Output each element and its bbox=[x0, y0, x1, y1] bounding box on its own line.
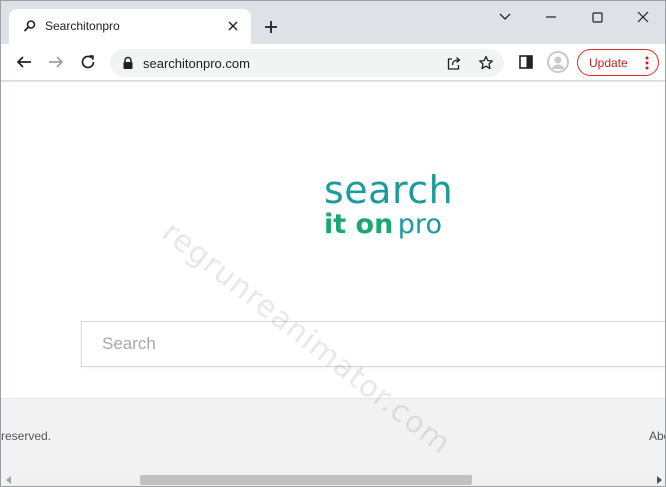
share-icon[interactable] bbox=[444, 53, 464, 73]
address-bar[interactable]: searchitonpro.com bbox=[110, 49, 504, 77]
forward-button[interactable] bbox=[44, 50, 68, 74]
minimize-icon[interactable] bbox=[541, 7, 561, 27]
scroll-right-icon[interactable] bbox=[654, 475, 664, 485]
scrollbar-thumb[interactable] bbox=[140, 475, 472, 485]
site-logo: search it on pro bbox=[324, 168, 454, 240]
search-input[interactable] bbox=[82, 322, 665, 366]
update-button[interactable]: Update bbox=[577, 49, 659, 76]
profile-avatar-icon[interactable] bbox=[547, 51, 569, 73]
browser-window: Searchitonpro searchitonpro.com Update s… bbox=[0, 0, 666, 487]
logo-line2: it on pro bbox=[324, 208, 442, 246]
url-text[interactable]: searchitonpro.com bbox=[143, 56, 250, 71]
tab-searchitonpro[interactable]: Searchitonpro bbox=[9, 9, 251, 44]
update-label: Update bbox=[589, 56, 628, 70]
reload-icon bbox=[81, 54, 95, 69]
logo-line2-bold: it on bbox=[324, 209, 394, 240]
side-panel-button[interactable] bbox=[514, 50, 538, 74]
side-panel-icon bbox=[519, 55, 533, 69]
about-link[interactable]: Abo bbox=[649, 429, 665, 443]
tab-strip: Searchitonpro bbox=[1, 1, 665, 44]
close-tab-icon[interactable] bbox=[225, 18, 241, 34]
search-box[interactable] bbox=[81, 321, 665, 367]
arrow-left-icon bbox=[16, 56, 31, 68]
search-icon bbox=[23, 19, 37, 33]
more-options-icon[interactable] bbox=[645, 56, 649, 70]
browser-toolbar: searchitonpro.com Update bbox=[1, 44, 665, 81]
bookmark-star-icon[interactable] bbox=[476, 53, 496, 73]
tab-search-chevron-icon[interactable] bbox=[495, 7, 515, 27]
close-window-icon[interactable] bbox=[633, 7, 653, 27]
logo-line2-thin: pro bbox=[397, 209, 442, 240]
lock-icon[interactable] bbox=[122, 56, 134, 70]
arrow-right-icon bbox=[49, 56, 64, 68]
back-button[interactable] bbox=[12, 50, 36, 74]
reload-button[interactable] bbox=[76, 50, 100, 74]
logo-line1: search bbox=[324, 168, 454, 212]
page-content: search it on pro reserved. Abo bbox=[1, 82, 665, 486]
copyright-text: reserved. bbox=[1, 429, 52, 443]
new-tab-button[interactable] bbox=[259, 15, 283, 39]
horizontal-scrollbar[interactable] bbox=[1, 471, 665, 486]
maximize-icon[interactable] bbox=[587, 7, 607, 27]
tab-title: Searchitonpro bbox=[45, 19, 120, 33]
scroll-left-icon[interactable] bbox=[4, 475, 14, 485]
